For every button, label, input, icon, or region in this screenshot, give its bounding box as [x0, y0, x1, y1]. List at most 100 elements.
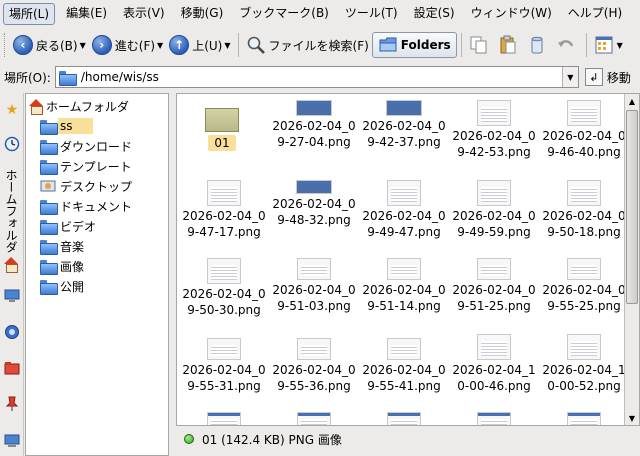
- file-item[interactable]: 2026-02-04_09-55-36.png: [269, 338, 359, 394]
- copy-button[interactable]: [466, 31, 495, 59]
- file-item[interactable]: 01: [177, 100, 267, 151]
- file-item[interactable]: 2026-02-04_10-00-52.png: [539, 334, 629, 394]
- view-mode-dropdown-icon[interactable]: ▼: [617, 41, 623, 50]
- file-view-scrollbar[interactable]: ▲ ▼: [624, 94, 639, 425]
- file-item[interactable]: [449, 412, 539, 425]
- file-item[interactable]: 2026-02-04_09-51-25.png: [449, 258, 539, 314]
- bookmarks-star-icon[interactable]: ★: [2, 99, 22, 121]
- tree-root-home[interactable]: ホームフォルダ: [28, 96, 129, 116]
- tree-item-downloads[interactable]: ダウンロード: [40, 136, 152, 156]
- services-icon[interactable]: [2, 429, 22, 451]
- file-item[interactable]: 2026-02-04_09-42-37.png: [359, 100, 449, 150]
- menu-bar: 場所(L) 編集(E) 表示(V) 移動(G) ブックマーク(B) ツール(T)…: [0, 0, 640, 28]
- back-dropdown-icon[interactable]: ▼: [80, 41, 86, 50]
- file-item[interactable]: [539, 412, 629, 425]
- file-item[interactable]: 2026-02-04_09-50-18.png: [539, 180, 629, 240]
- file-item[interactable]: [179, 412, 269, 425]
- tree-item-desktop[interactable]: デスクトップ: [40, 176, 152, 196]
- trash-button[interactable]: [524, 31, 553, 59]
- forward-dropdown-icon[interactable]: ▼: [157, 41, 163, 50]
- toolbar-separator: [237, 33, 239, 57]
- toolbar-separator: [460, 33, 462, 57]
- file-icon-view[interactable]: 01 2026-02-04_09-27-04.png 2026-02-04_09…: [176, 93, 640, 426]
- undo-button[interactable]: [553, 31, 582, 59]
- image-thumbnail-icon: [297, 258, 331, 280]
- home-icon[interactable]: [2, 253, 22, 275]
- file-item[interactable]: [359, 412, 449, 425]
- folders-toggle-button[interactable]: Folders: [371, 32, 457, 58]
- red-folder-icon[interactable]: [2, 357, 22, 379]
- tree-item-label: ホームフォルダ: [46, 99, 129, 114]
- file-item[interactable]: 2026-02-04_09-55-41.png: [359, 338, 449, 394]
- menu-bookmarks[interactable]: ブックマーク(B): [234, 3, 334, 25]
- tree-item-templates[interactable]: テンプレート: [40, 156, 152, 176]
- forward-button[interactable]: › 進む(F) ▼: [89, 31, 166, 59]
- menu-settings[interactable]: 設定(S): [409, 3, 460, 25]
- back-button[interactable]: ‹ 戻る(B) ▼: [10, 31, 89, 59]
- scroll-down-icon[interactable]: ▼: [625, 411, 639, 425]
- tree-item-music[interactable]: 音楽: [40, 236, 104, 256]
- file-item[interactable]: 2026-02-04_09-47-17.png: [179, 180, 269, 240]
- scroll-up-icon[interactable]: ▲: [625, 94, 639, 108]
- menu-help[interactable]: ヘルプ(H): [563, 3, 627, 25]
- scrollbar-thumb[interactable]: [626, 110, 638, 304]
- pin-icon[interactable]: [2, 393, 22, 415]
- image-thumbnail-icon: [387, 412, 421, 425]
- folder-icon: [40, 219, 58, 235]
- computer-icon[interactable]: [2, 285, 22, 307]
- menu-window[interactable]: ウィンドウ(W): [466, 3, 557, 25]
- toolbar-grip[interactable]: [4, 33, 7, 57]
- home-folder-tab[interactable]: ホームフォルダ: [3, 169, 20, 253]
- file-item[interactable]: 2026-02-04_09-55-25.png: [539, 258, 629, 314]
- file-name: 2026-02-04_09-27-04.png: [272, 119, 356, 149]
- file-item[interactable]: 2026-02-04_09-55-31.png: [179, 338, 269, 394]
- location-combobox[interactable]: /home/wis/ss ▼: [54, 66, 579, 88]
- image-thumbnail-icon: [477, 258, 511, 280]
- image-thumbnail-icon: [567, 258, 601, 280]
- tree-item-label: ss: [58, 118, 93, 134]
- network-globe-icon[interactable]: [2, 321, 22, 343]
- menu-edit[interactable]: 編集(E): [61, 3, 112, 25]
- clipboard-icon: [498, 35, 518, 55]
- file-item[interactable]: 2026-02-04_09-42-53.png: [449, 100, 539, 160]
- view-mode-button[interactable]: ▼: [591, 31, 626, 59]
- menu-view[interactable]: 表示(V): [118, 3, 170, 25]
- file-item[interactable]: 2026-02-04_09-49-47.png: [359, 180, 449, 240]
- navigation-panel-tabs: ★ ホームフォルダ: [0, 93, 24, 456]
- folder-icon: [378, 35, 398, 55]
- file-name: 2026-02-04_09-42-37.png: [362, 119, 446, 149]
- tree-item-label: ビデオ: [60, 219, 97, 234]
- folder-tree[interactable]: ホームフォルダ ss ダウンロード テンプレート デスクトップ ドキュメント ビ…: [25, 93, 169, 456]
- menu-tools[interactable]: ツール(T): [340, 3, 403, 25]
- status-led-icon: [184, 434, 194, 444]
- folder-icon: [40, 139, 58, 155]
- file-item[interactable]: 2026-02-04_09-51-03.png: [269, 258, 359, 314]
- up-button[interactable]: ↑ 上(U) ▼: [166, 31, 233, 59]
- location-path[interactable]: /home/wis/ss: [81, 70, 159, 84]
- image-thumbnail-icon: [296, 100, 332, 116]
- tree-item-public[interactable]: 公開: [40, 276, 104, 296]
- tree-item-videos[interactable]: ビデオ: [40, 216, 116, 236]
- go-button[interactable]: ↲ 移動: [584, 68, 631, 86]
- file-item[interactable]: 2026-02-04_09-27-04.png: [269, 100, 359, 150]
- file-item[interactable]: [269, 412, 359, 425]
- history-clock-icon[interactable]: [2, 133, 22, 155]
- menu-go[interactable]: 移動(G): [176, 3, 229, 25]
- tree-item-documents[interactable]: ドキュメント: [40, 196, 152, 216]
- file-item[interactable]: 2026-02-04_09-48-32.png: [269, 180, 359, 228]
- find-files-button[interactable]: ファイルを検索(F): [243, 31, 372, 59]
- up-dropdown-icon[interactable]: ▼: [224, 41, 230, 50]
- file-item[interactable]: 2026-02-04_09-51-14.png: [359, 258, 449, 314]
- paste-button[interactable]: [495, 31, 524, 59]
- file-item[interactable]: 2026-02-04_09-50-30.png: [179, 258, 269, 318]
- image-thumbnail-icon: [205, 108, 239, 132]
- file-item[interactable]: 2026-02-04_09-46-40.png: [539, 100, 629, 160]
- file-item[interactable]: 2026-02-04_09-49-59.png: [449, 180, 539, 240]
- menu-location[interactable]: 場所(L): [3, 3, 56, 25]
- file-name: 2026-02-04_09-51-25.png: [452, 283, 536, 313]
- file-item[interactable]: 2026-02-04_10-00-46.png: [449, 334, 539, 394]
- tree-item-ss[interactable]: ss: [40, 116, 93, 136]
- tree-item-pictures[interactable]: 画像: [40, 256, 104, 276]
- location-dropdown-icon[interactable]: ▼: [561, 67, 578, 87]
- image-thumbnail-icon: [386, 100, 422, 116]
